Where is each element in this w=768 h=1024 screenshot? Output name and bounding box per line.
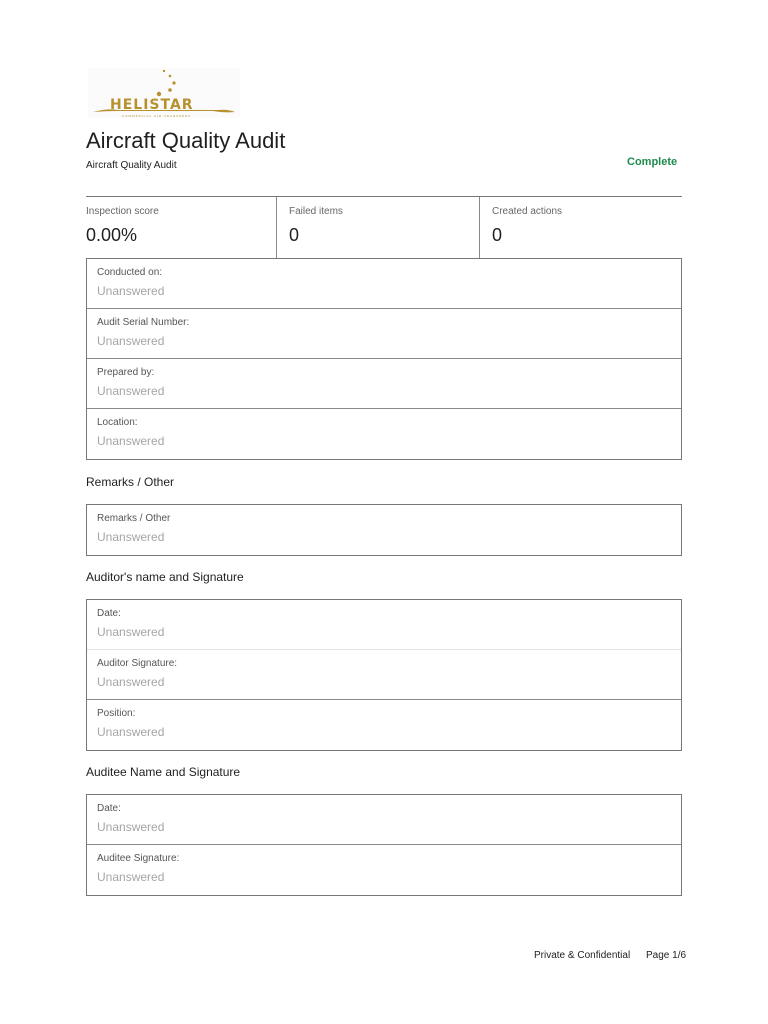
field-conducted-on: Conducted on: Unanswered (87, 259, 681, 309)
field-auditor-date: Date: Unanswered (87, 600, 681, 650)
field-auditor-position: Position: Unanswered (87, 700, 681, 750)
stat-label: Created actions (492, 206, 563, 217)
field-auditor-signature: Auditor Signature: Unanswered (87, 650, 681, 700)
field-value: Unanswered (97, 675, 165, 689)
field-label: Date: (97, 608, 121, 619)
field-value: Unanswered (97, 870, 165, 884)
field-label: Location: (97, 417, 138, 428)
field-location: Location: Unanswered (87, 409, 681, 459)
field-prepared-by: Prepared by: Unanswered (87, 359, 681, 409)
field-value: Unanswered (97, 434, 165, 448)
stat-value: 0 (492, 225, 503, 245)
field-value: Unanswered (97, 820, 165, 834)
page-title: Aircraft Quality Audit (86, 128, 286, 153)
stat-created-actions: Created actions 0 (480, 197, 682, 259)
details-box: Conducted on: Unanswered Audit Serial Num… (86, 258, 682, 460)
field-label: Conducted on: (97, 267, 163, 278)
field-value: Unanswered (97, 725, 165, 739)
field-label: Position: (97, 708, 136, 719)
field-label: Remarks / Other (97, 513, 171, 524)
field-label: Auditor Signature: (97, 658, 178, 669)
field-audit-serial-number: Audit Serial Number: Unanswered (87, 309, 681, 359)
field-label: Prepared by: (97, 367, 155, 378)
field-value: Unanswered (97, 530, 165, 544)
field-label: Date: (97, 803, 121, 814)
stat-label: Failed items (289, 206, 343, 217)
stat-value: 0.00% (86, 225, 138, 245)
field-auditee-signature: Auditee Signature: Unanswered (87, 845, 681, 895)
section-title-auditee: Auditee Name and Signature (86, 765, 241, 779)
field-label: Auditee Signature: (97, 853, 180, 864)
svg-text:HELISTAR: HELISTAR (110, 97, 194, 113)
company-logo: HELISTAR COMMERCIAL AIR TRANSPORT (88, 68, 240, 118)
auditor-box: Date: Unanswered Auditor Signature: Unansw… (86, 599, 682, 751)
stat-value: 0 (289, 225, 300, 245)
field-value: Unanswered (97, 284, 165, 298)
page-subtitle: Aircraft Quality Audit (86, 160, 177, 171)
field-label: Audit Serial Number: (97, 317, 190, 328)
field-remarks: Remarks / Other Unanswered (87, 505, 681, 555)
stat-inspection-score: Inspection score 0.00% (86, 197, 277, 259)
section-title-remarks: Remarks / Other (86, 475, 175, 489)
stat-label: Inspection score (86, 206, 159, 217)
remarks-box: Remarks / Other Unanswered (86, 504, 682, 556)
status-badge: Complete (627, 156, 678, 168)
footer-page-number: Page 1/6 (646, 950, 687, 961)
stats-row: Inspection score 0.00% Failed items 0 Cr… (86, 196, 682, 259)
footer-confidential: Private & Confidential (534, 950, 631, 961)
field-value: Unanswered (97, 625, 165, 639)
stat-failed-items: Failed items 0 (277, 197, 480, 259)
field-value: Unanswered (97, 334, 165, 348)
svg-text:COMMERCIAL AIR TRANSPORT: COMMERCIAL AIR TRANSPORT (122, 114, 191, 118)
field-value: Unanswered (97, 384, 165, 398)
auditee-box: Date: Unanswered Auditee Signature: Unansw… (86, 794, 682, 896)
field-auditee-date: Date: Unanswered (87, 795, 681, 845)
section-title-auditor: Auditor's name and Signature (86, 570, 244, 584)
